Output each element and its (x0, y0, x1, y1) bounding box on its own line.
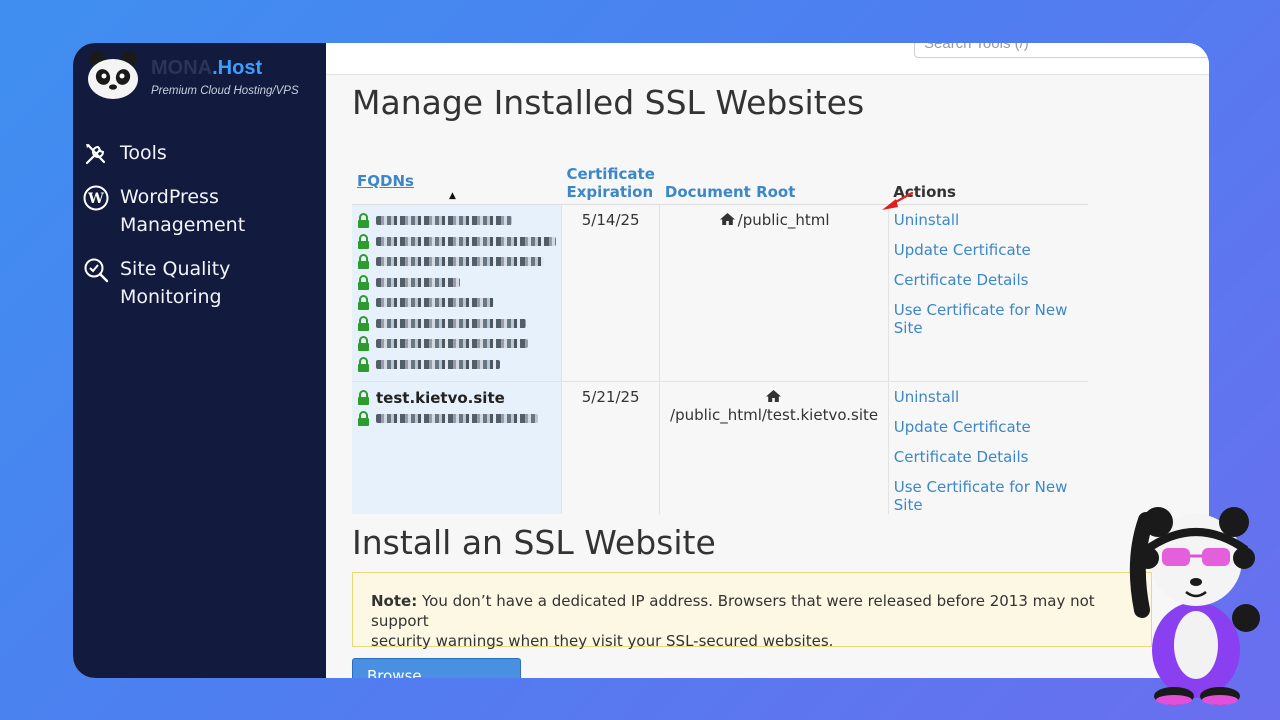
table-header-row: FQDNs ▲ Certificate Expiration Document … (352, 155, 1088, 205)
redacted-domain (376, 298, 494, 308)
app-window: MONA.Host Premium Cloud Hosting/VPS Tool… (73, 43, 1209, 678)
actions-column-header: Actions (888, 155, 1088, 205)
redacted-domain (376, 318, 526, 328)
sidebar-item-tools[interactable]: Tools (73, 139, 326, 183)
lock-icon (358, 315, 369, 331)
table-row: test.kietvo.site 5/21/25 /public_html/te… (352, 381, 1088, 514)
sidebar-item-site-quality[interactable]: Site Quality Monitoring (73, 255, 326, 327)
lock-icon (358, 410, 369, 426)
fqdn-entry (357, 408, 556, 429)
brand-tagline: Premium Cloud Hosting/VPS (151, 85, 299, 97)
use-certificate-new-site-link[interactable]: Use Certificate for New Site (894, 301, 1083, 337)
fqdn-entry (357, 354, 556, 375)
lock-icon (358, 356, 369, 372)
lock-icon (358, 254, 369, 270)
actions-cell: Uninstall Update Certificate Certificate… (888, 381, 1088, 514)
sidebar-item-wordpress[interactable]: W WordPress Management (73, 183, 326, 255)
fqdn-entry: test.kietvo.site (357, 388, 556, 409)
browse-certificates-button[interactable]: Browse Certificates (352, 658, 521, 678)
redacted-domain (376, 257, 544, 267)
fqdn-entry (357, 293, 556, 314)
uninstall-link[interactable]: Uninstall (894, 211, 1083, 241)
panda-logo-icon (88, 51, 138, 99)
brand-name-part2: .Host (212, 57, 263, 79)
sidebar: MONA.Host Premium Cloud Hosting/VPS Tool… (73, 43, 326, 678)
sidebar-nav: Tools W WordPress Management Site Qualit… (73, 139, 326, 327)
brand[interactable]: MONA.Host Premium Cloud Hosting/VPS (83, 49, 323, 101)
certificate-details-link[interactable]: Certificate Details (894, 448, 1083, 478)
note-text-2: security warnings when they visit your S… (371, 632, 834, 650)
note-label: Note: (371, 592, 418, 610)
fqdn-entry (357, 313, 556, 334)
sidebar-item-label: Tools (120, 142, 167, 164)
expiration-column-header[interactable]: Certificate Expiration (561, 155, 660, 205)
top-bar: Search Tools (/) (326, 43, 1209, 75)
docroot-path: /public_html/test.kietvo.site (670, 405, 879, 424)
main-content: Search Tools (/) Manage Installed SSL We… (326, 43, 1209, 678)
ssl-sites-table: FQDNs ▲ Certificate Expiration Document … (352, 155, 1088, 514)
home-icon (765, 389, 781, 402)
redacted-domain (376, 277, 460, 287)
update-certificate-link[interactable]: Update Certificate (894, 418, 1083, 448)
sort-ascending-icon: ▲ (449, 190, 456, 201)
redacted-domain (376, 216, 512, 226)
redacted-domain (376, 359, 500, 369)
wordpress-icon: W (83, 185, 109, 211)
svg-text:W: W (87, 191, 104, 207)
search-input[interactable]: Search Tools (/) (914, 43, 1209, 58)
docroot-cell: /public_html/test.kietvo.site (659, 381, 889, 514)
fqdn-cell: test.kietvo.site (352, 381, 562, 514)
fqdn-entry (357, 334, 556, 355)
brand-name-part1: MONA (151, 57, 213, 79)
sidebar-item-label: Site Quality Monitoring (120, 258, 231, 308)
actions-cell: Uninstall Update Certificate Certificate… (888, 204, 1088, 382)
page-title: Manage Installed SSL Websites (352, 83, 865, 122)
brand-name: MONA.Host (151, 57, 262, 80)
lock-icon (358, 336, 369, 352)
expiration-cell: 5/14/25 (561, 204, 661, 382)
update-certificate-link[interactable]: Update Certificate (894, 241, 1083, 271)
docroot-cell: /public_html (659, 204, 889, 382)
fqdns-header-label[interactable]: FQDNs (357, 172, 414, 190)
fqdn-entry (357, 272, 556, 293)
uninstall-link[interactable]: Uninstall (894, 388, 1083, 418)
lock-icon (358, 233, 369, 249)
note-box: Note: You don’t have a dedicated IP addr… (352, 572, 1152, 650)
fqdn-entry (357, 211, 556, 232)
red-arrow-annotation-icon (882, 191, 914, 210)
redacted-domain (376, 236, 556, 246)
lock-icon (358, 390, 369, 406)
docroot-column-header[interactable]: Document Root (659, 155, 889, 205)
redacted-domain (376, 413, 538, 423)
note-text: You don’t have a dedicated IP address. B… (371, 592, 1095, 630)
site-quality-icon (84, 258, 109, 283)
home-icon (719, 212, 735, 225)
lock-icon (358, 295, 369, 311)
fqdn-name: test.kietvo.site (376, 388, 505, 407)
fqdn-cell (352, 204, 562, 382)
fqdn-entry (357, 252, 556, 273)
table-row: 5/14/25 /public_html Uninstall Update Ce… (352, 204, 1088, 382)
certificate-details-link[interactable]: Certificate Details (894, 271, 1083, 301)
redacted-domain (376, 339, 528, 349)
docroot-path: /public_html (737, 210, 830, 229)
expiration-cell: 5/21/25 (561, 381, 661, 514)
tools-icon (85, 143, 106, 165)
fqdn-entry (357, 231, 556, 252)
install-section-title: Install an SSL Website (352, 523, 716, 562)
fqdns-column-header[interactable]: FQDNs ▲ (352, 155, 562, 205)
lock-icon (358, 213, 369, 229)
panda-mascot-icon (1129, 507, 1260, 705)
sidebar-item-label: WordPress Management (120, 186, 246, 236)
lock-icon (358, 274, 369, 290)
use-certificate-new-site-link[interactable]: Use Certificate for New Site (894, 478, 1083, 514)
